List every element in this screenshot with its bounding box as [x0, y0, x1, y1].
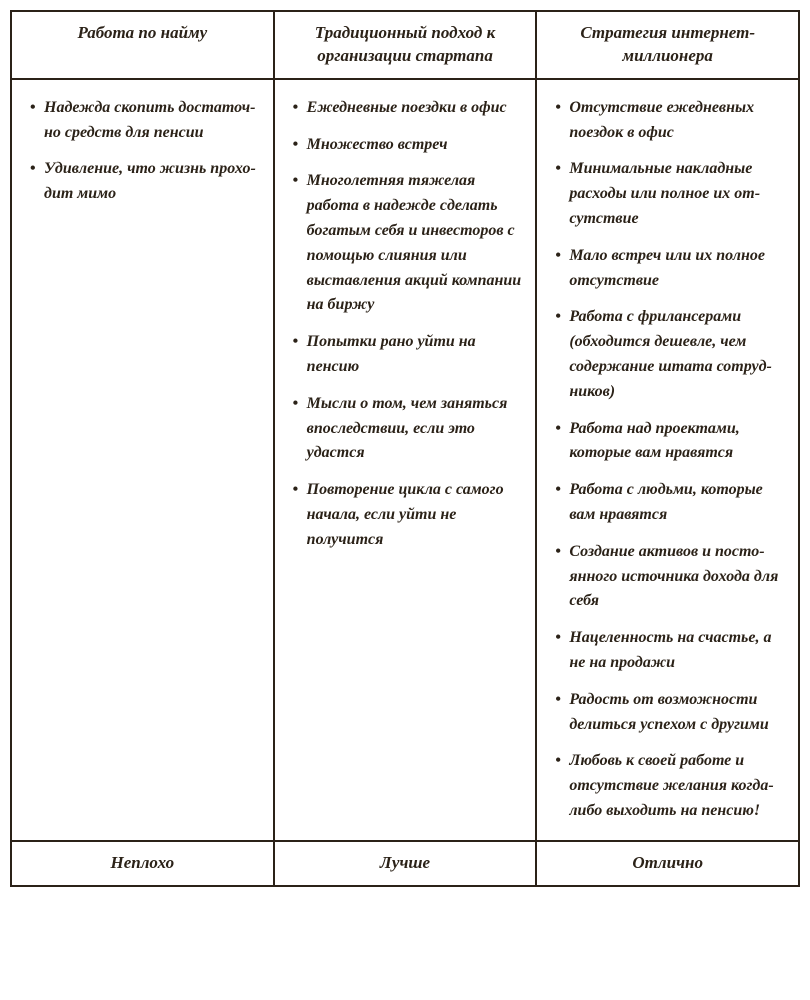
list-item: Ежедневные поездки в офис: [293, 96, 524, 121]
table-header-cell: Работа по найму: [12, 12, 275, 78]
table-header-row: Работа по найму Традиционный подход к ор…: [12, 12, 798, 80]
table-footer-cell: Неплохо: [12, 842, 275, 885]
list-item: Удивление, что жизнь прохо­дит мимо: [30, 157, 261, 207]
list-item: Работа с людьми, которые вам нравятся: [555, 478, 786, 528]
list-item: Работа над проектами, которые вам нравят…: [555, 417, 786, 467]
table-footer-cell: Отлично: [537, 842, 798, 885]
list-item: Любовь к своей работе и отсутствие желан…: [555, 749, 786, 823]
list-item: Попытки рано уйти на пенсию: [293, 330, 524, 380]
comparison-table: Работа по найму Традиционный подход к ор…: [10, 10, 800, 887]
list-item: Многолетняя тяжелая работа в надежде сде…: [293, 169, 524, 318]
bullet-list: Ежедневные поездки в офис Множество встр…: [293, 96, 524, 553]
table-body-cell: Ежедневные поездки в офис Множество встр…: [275, 80, 538, 840]
table-body-cell: Отсутствие ежедневных поездок в офис Мин…: [537, 80, 798, 840]
bullet-list: Отсутствие ежедневных поездок в офис Мин…: [555, 96, 786, 824]
list-item: Радость от возможности делиться успехом …: [555, 688, 786, 738]
list-item: Повторение цикла с самого на­чала, если …: [293, 478, 524, 552]
list-item: Отсутствие ежедневных поездок в офис: [555, 96, 786, 146]
list-item: Надежда скопить достаточ­но средств для …: [30, 96, 261, 146]
list-item: Нацеленность на счастье, а не на продажи: [555, 626, 786, 676]
table-header-cell: Стратегия интернет-миллионера: [537, 12, 798, 78]
list-item: Мысли о том, чем заняться впоследствии, …: [293, 392, 524, 466]
list-item: Минимальные накладные расходы или полное…: [555, 157, 786, 231]
list-item: Множество встреч: [293, 133, 524, 158]
list-item: Создание активов и посто­янного источник…: [555, 540, 786, 614]
bullet-list: Надежда скопить достаточ­но средств для …: [30, 96, 261, 207]
table-body-cell: Надежда скопить достаточ­но средств для …: [12, 80, 275, 840]
table-header-cell: Традиционный подход к организации старта…: [275, 12, 538, 78]
table-body-row: Надежда скопить достаточ­но средств для …: [12, 80, 798, 840]
table-footer-cell: Лучше: [275, 842, 538, 885]
table-footer-row: Неплохо Лучше Отлично: [12, 840, 798, 885]
list-item: Работа с фрилансерами (обходится дешевле…: [555, 305, 786, 404]
list-item: Мало встреч или их пол­ное отсутствие: [555, 244, 786, 294]
